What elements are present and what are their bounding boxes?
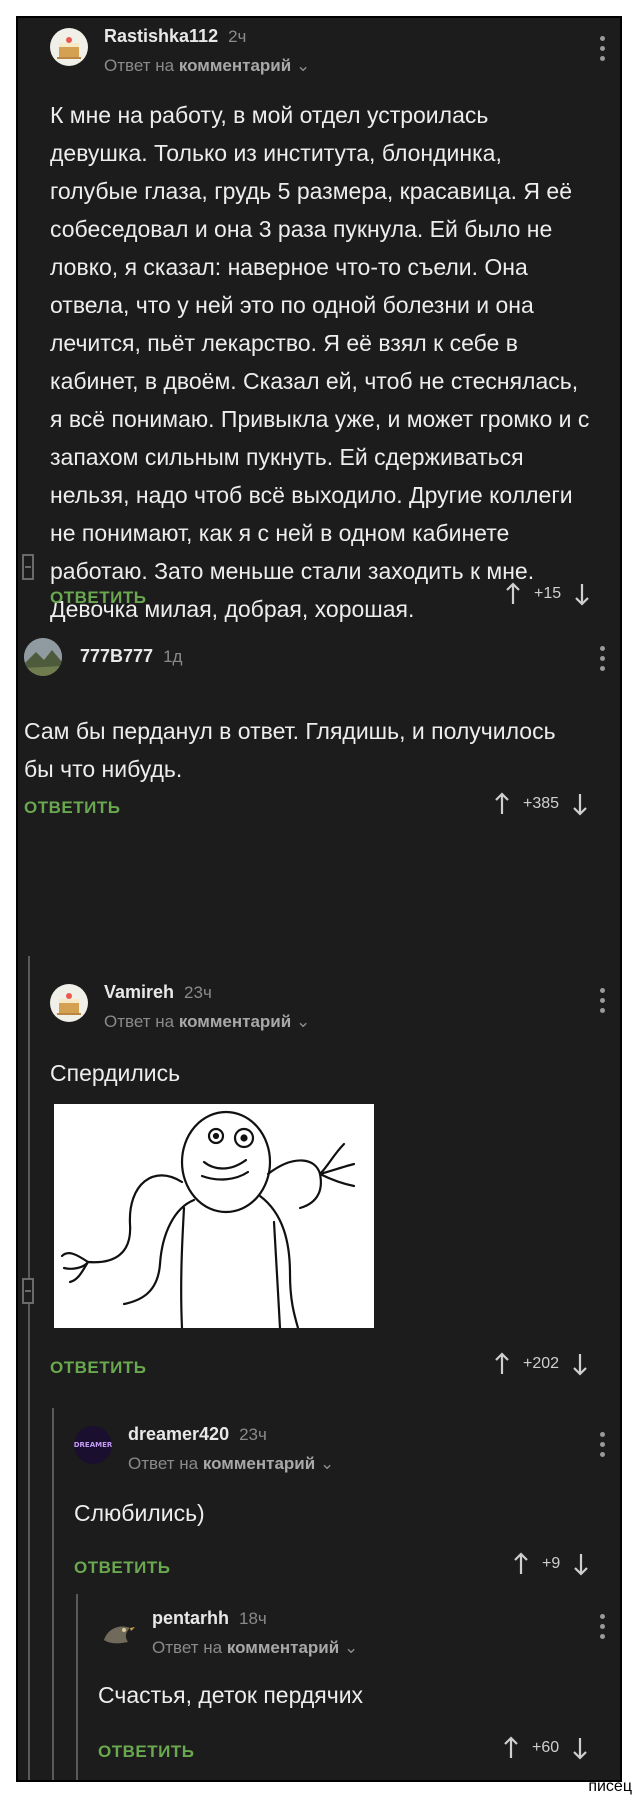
score: +15 (534, 585, 562, 602)
reply-button[interactable]: ОТВЕТИТЬ (50, 588, 146, 608)
reply-to-link[interactable]: Ответ на комментарий ⌄ (128, 1454, 334, 1474)
cake-avatar-icon[interactable] (50, 984, 88, 1022)
dreamer-avatar-icon[interactable]: DREAMER (74, 1426, 112, 1464)
reply-button[interactable]: ОТВЕТИТЬ (24, 798, 120, 818)
comment-author[interactable]: Vamireh 23ч (104, 982, 212, 1003)
cake-avatar-icon[interactable] (50, 28, 88, 66)
downvote-arrow-icon[interactable] (571, 1736, 589, 1760)
reply-to-link[interactable]: Ответ на комментарий ⌄ (104, 56, 310, 76)
comment-text: К мне на работу, в мой отдел устроилась … (50, 102, 590, 622)
comment-pentarhh: pentarhh 18ч Ответ на комментарий ⌄ Счаст… (18, 1596, 620, 1780)
comment-time: 1д (163, 647, 183, 666)
upvote-arrow-icon[interactable] (512, 1552, 530, 1576)
chevron-down-icon: ⌄ (319, 1454, 335, 1473)
comment-time: 23ч (239, 1425, 267, 1444)
score: +9 (542, 1555, 561, 1572)
comment-time: 18ч (239, 1609, 267, 1628)
comment-text: Спердились (50, 1060, 181, 1086)
landscape-avatar-icon[interactable] (24, 638, 62, 676)
reply-to-link[interactable]: Ответ на комментарий ⌄ (152, 1638, 358, 1658)
chevron-down-icon: ⌄ (295, 56, 311, 75)
bird-avatar-icon[interactable] (98, 1614, 136, 1652)
comment-time: 2ч (228, 27, 247, 46)
comment-rastishka112: Rastishka112 2ч Ответ на комментарий ⌄ К … (18, 18, 620, 718)
collapse-thread-toggle[interactable] (22, 1278, 34, 1304)
comments-thread: Rastishka112 2ч Ответ на комментарий ⌄ К … (16, 16, 622, 1782)
vote-controls: +60 (502, 1736, 589, 1760)
comment-777b777: 777B777 1д Сам бы перданул в ответ. Гляди… (18, 628, 620, 828)
downvote-arrow-icon[interactable] (572, 1552, 590, 1576)
comment-author[interactable]: Rastishka112 2ч (104, 26, 246, 47)
score: +60 (532, 1739, 560, 1756)
comment-dreamer420: DREAMER dreamer420 23ч Ответ на комментар… (18, 1410, 620, 1590)
more-options-icon[interactable] (598, 36, 606, 61)
score: +385 (523, 795, 560, 812)
comment-text: Слюбились) (74, 1500, 205, 1526)
upvote-arrow-icon[interactable] (493, 1352, 511, 1376)
watermark: писец (588, 1778, 632, 1795)
vote-controls: +385 (493, 792, 589, 816)
reply-button[interactable]: ОТВЕТИТЬ (74, 1558, 170, 1578)
chevron-down-icon: ⌄ (295, 1012, 311, 1031)
reply-to-link[interactable]: Ответ на комментарий ⌄ (104, 1012, 310, 1032)
upvote-arrow-icon[interactable] (504, 582, 522, 606)
upvote-arrow-icon[interactable] (502, 1736, 520, 1760)
downvote-arrow-icon[interactable] (573, 582, 591, 606)
comment-author[interactable]: pentarhh 18ч (152, 1608, 267, 1629)
upvote-arrow-icon[interactable] (493, 792, 511, 816)
collapse-thread-toggle[interactable] (22, 554, 34, 580)
vote-controls: +9 (512, 1552, 590, 1576)
comment-text: Сам бы перданул в ответ. Глядишь, и полу… (24, 718, 556, 782)
comment-author[interactable]: 777B777 1д (80, 646, 182, 667)
more-options-icon[interactable] (598, 1432, 606, 1457)
downvote-arrow-icon[interactable] (571, 792, 589, 816)
more-options-icon[interactable] (598, 1614, 606, 1639)
comment-author[interactable]: dreamer420 23ч (128, 1424, 267, 1445)
more-options-icon[interactable] (598, 646, 606, 671)
shrug-meme-image[interactable] (54, 1104, 374, 1330)
comment-vamireh: Vamireh 23ч Ответ на комментарий ⌄ Сперди… (18, 958, 620, 1398)
chevron-down-icon: ⌄ (343, 1638, 359, 1657)
comment-text: Счастья, деток пердячих (98, 1682, 364, 1708)
reply-button[interactable]: ОТВЕТИТЬ (98, 1742, 194, 1762)
more-options-icon[interactable] (598, 988, 606, 1013)
vote-controls: +202 (493, 1352, 589, 1376)
comment-time: 23ч (184, 983, 212, 1002)
reply-button[interactable]: ОТВЕТИТЬ (50, 1358, 146, 1378)
downvote-arrow-icon[interactable] (571, 1352, 589, 1376)
score: +202 (523, 1355, 560, 1372)
vote-controls: +15 (504, 582, 591, 606)
